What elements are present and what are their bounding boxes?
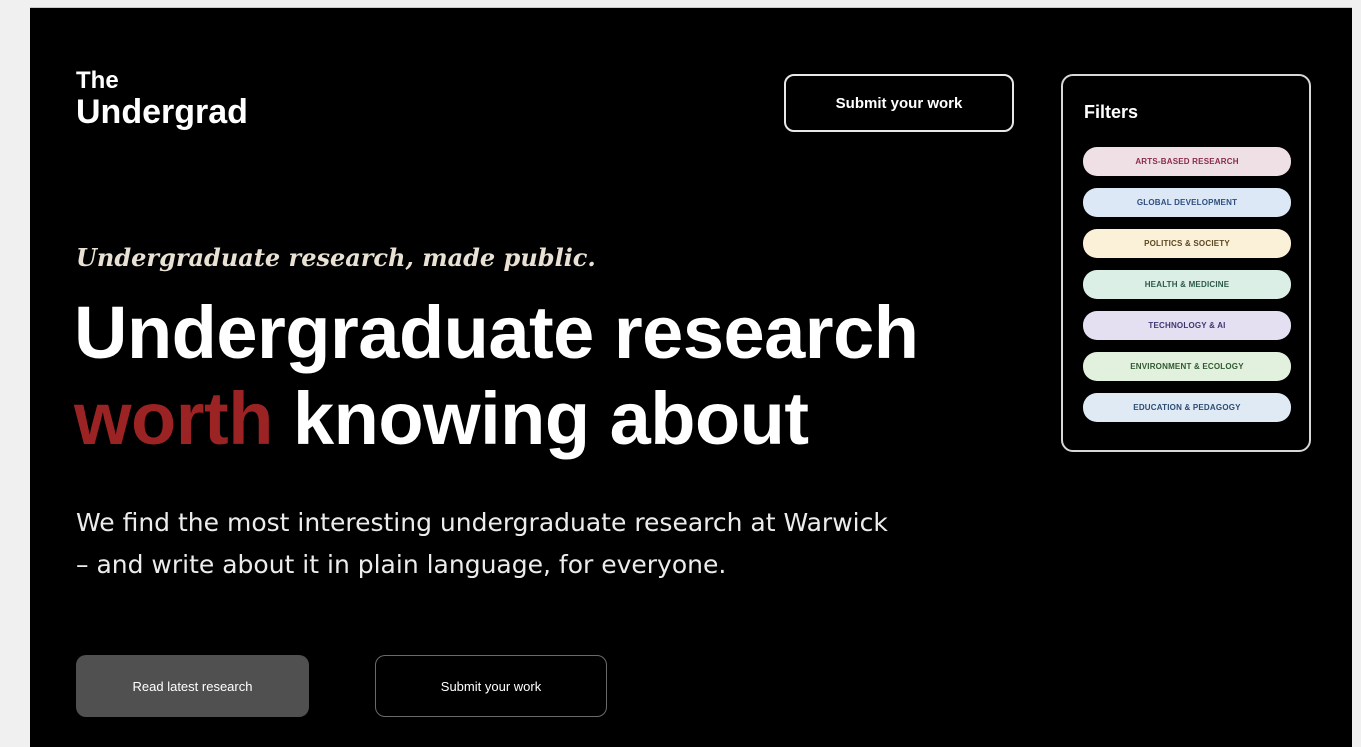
- filter-list: ARTS-BASED RESEARCH GLOBAL DEVELOPMENT POL…: [1083, 147, 1291, 434]
- site-logo[interactable]: The Undergrad: [76, 68, 248, 131]
- headline-line-2: worth knowing about: [74, 376, 918, 462]
- hero-tagline: Undergraduate research, made public.: [76, 243, 596, 272]
- filter-chip-global-development[interactable]: GLOBAL DEVELOPMENT: [1083, 188, 1291, 217]
- header-submit-button[interactable]: Submit your work: [784, 74, 1014, 132]
- headline-accent-word: worth: [74, 377, 273, 460]
- read-latest-research-button[interactable]: Read latest research: [76, 655, 309, 717]
- submit-your-work-button[interactable]: Submit your work: [375, 655, 607, 717]
- filters-panel: Filters ARTS-BASED RESEARCH GLOBAL DEVELO…: [1061, 74, 1311, 452]
- intro-line-1: We find the most interesting undergradua…: [76, 508, 888, 537]
- filter-chip-environment-ecology[interactable]: ENVIRONMENT & ECOLOGY: [1083, 352, 1291, 381]
- intro-line-2: – and write about it in plain language, …: [76, 550, 727, 579]
- headline-rest: knowing about: [272, 377, 809, 460]
- headline-line-1: Undergraduate research: [74, 291, 919, 374]
- logo-line-2: Undergrad: [76, 93, 248, 132]
- filter-chip-arts-based-research[interactable]: ARTS-BASED RESEARCH: [1083, 147, 1291, 176]
- page-canvas: The Undergrad Submit your work Undergrad…: [30, 7, 1352, 747]
- filter-chip-education-pedagogy[interactable]: EDUCATION & PEDAGOGY: [1083, 393, 1291, 422]
- hero-intro: We find the most interesting undergradua…: [76, 502, 956, 586]
- hero-headline: Undergraduate research worth knowing abo…: [74, 290, 919, 462]
- logo-line-1: The: [76, 67, 119, 94]
- filter-chip-health-medicine[interactable]: HEALTH & MEDICINE: [1083, 270, 1291, 299]
- filter-chip-politics-society[interactable]: POLITICS & SOCIETY: [1083, 229, 1291, 258]
- filters-title: Filters: [1084, 102, 1139, 122]
- filter-chip-technology-ai[interactable]: TECHNOLOGY & AI: [1083, 311, 1291, 340]
